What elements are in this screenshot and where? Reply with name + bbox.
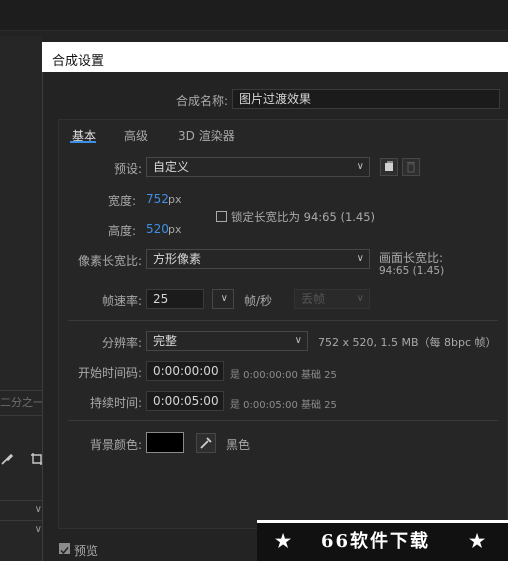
watermark-banner: ★ 66软件下载 ★ (257, 520, 508, 561)
eyedropper-button[interactable] (196, 433, 216, 453)
pixel-aspect-value: 方形像素 (153, 252, 202, 266)
app-top-bar (0, 0, 508, 30)
duration-info: 是 0:00:05:00 基础 25 (230, 400, 337, 411)
chevron-down-icon: ∨ (356, 293, 364, 304)
bg-color-swatch[interactable] (146, 432, 184, 453)
lock-aspect-label: 锁定长宽比为 94:65 (1.45) (231, 210, 376, 224)
star-icon: ★ (275, 531, 292, 552)
preset-select[interactable]: 自定义 ∨ (146, 157, 370, 177)
watermark-text: 66软件下载 (321, 531, 431, 552)
checkmark-icon (60, 547, 69, 555)
resolution-select[interactable]: 完整 ∨ (146, 331, 308, 351)
comp-name-input[interactable]: 图片过渡效果 (232, 89, 500, 109)
frame-aspect-value: 94:65 (1.45) (379, 265, 445, 277)
height-unit: px (168, 223, 182, 236)
frame-rate-dropdown[interactable]: ∨ (212, 289, 234, 309)
trash-icon (407, 162, 415, 173)
drop-frame-value: 丢帧 (301, 292, 326, 306)
frame-rate-unit: 帧/秒 (244, 294, 273, 308)
start-timecode-info: 是 0:00:00:00 基础 25 (230, 370, 337, 381)
delete-preset-button[interactable] (402, 158, 420, 176)
tab-advanced[interactable]: 高级 (124, 127, 148, 144)
duration-label: 持续时间: (89, 396, 142, 410)
chevron-down-icon: ∨ (294, 335, 302, 346)
active-tab-indicator (70, 141, 96, 143)
drop-frame-select: 丢帧 ∨ (294, 289, 370, 309)
brush-icon[interactable] (0, 452, 14, 466)
background-zoom-tab[interactable]: 二分之一 (0, 390, 42, 416)
resolution-label: 分辨率: (101, 336, 142, 350)
pixel-aspect-label: 像素长宽比: (77, 254, 142, 268)
preset-value: 自定义 (153, 160, 190, 174)
duration-input[interactable]: 0:00:05:00 (146, 391, 224, 411)
height-value[interactable]: 520 (146, 222, 169, 236)
bg-color-label: 背景颜色: (89, 438, 142, 452)
app-divider (0, 30, 508, 31)
comp-name-label: 合成名称: (175, 94, 228, 108)
frame-rate-input[interactable]: 25 (146, 289, 204, 309)
section-divider (68, 420, 498, 421)
dialog-title: 合成设置 (52, 54, 105, 69)
bg-color-name: 黑色 (226, 438, 251, 452)
save-preset-icon (385, 161, 393, 171)
lock-aspect-checkbox[interactable] (216, 211, 227, 222)
height-label: 高度: (107, 224, 136, 238)
start-timecode-input[interactable]: 0:00:00:00 (146, 361, 224, 381)
section-divider (68, 320, 498, 321)
chevron-down-icon: ∨ (356, 161, 364, 172)
tab-3d-renderer[interactable]: 3D 渲染器 (178, 127, 235, 144)
preview-checkbox[interactable] (59, 543, 70, 555)
width-label: 宽度: (107, 194, 136, 208)
pixel-aspect-select[interactable]: 方形像素 ∨ (146, 249, 370, 269)
resolution-info: 752 x 520, 1.5 MB（每 8bpc 帧） (318, 336, 497, 349)
chevron-down-icon: ∨ (220, 293, 228, 304)
preset-label: 预设: (113, 162, 142, 176)
frame-aspect-label: 画面长宽比: (379, 251, 444, 265)
background-panel (0, 36, 42, 561)
star-icon: ★ (469, 531, 486, 552)
frame-rate-label: 帧速率: (101, 294, 142, 308)
eyedropper-icon (200, 437, 212, 449)
preview-label: 预览 (74, 544, 99, 558)
background-dropdown-1[interactable]: ∨ (0, 500, 42, 519)
settings-panel (58, 119, 508, 529)
resolution-value: 完整 (153, 334, 178, 348)
start-timecode-label: 开始时间码: (77, 366, 142, 380)
chevron-down-icon: ∨ (356, 253, 364, 264)
dialog-title-bar (42, 42, 508, 72)
background-dropdown-2[interactable]: ∨ (0, 520, 42, 539)
width-value[interactable]: 752 (146, 192, 169, 206)
save-preset-button[interactable] (380, 158, 398, 176)
width-unit: px (168, 193, 182, 206)
